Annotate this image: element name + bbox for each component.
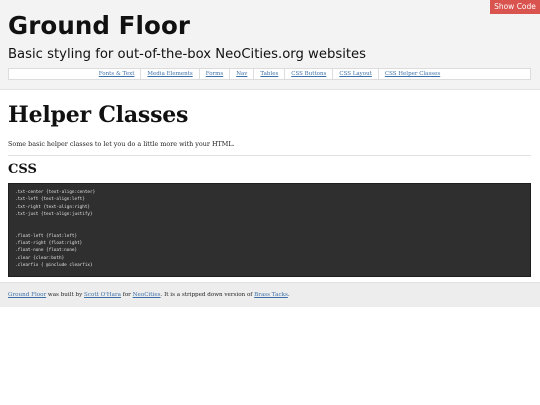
nav-item-nav[interactable]: Nav <box>229 69 253 79</box>
site-footer: Ground Floor was built by Scott O'Hara f… <box>0 282 540 307</box>
footer-text: for <box>120 292 133 298</box>
nav-item-tables[interactable]: Tables <box>253 69 284 79</box>
lead-paragraph: Some basic helper classes to let you do … <box>8 140 531 156</box>
code-line: .float-none {float:none} <box>15 248 78 254</box>
footer-text: was built by <box>46 292 85 298</box>
main-content: Helper Classes Some basic helper classes… <box>8 90 531 277</box>
nav-item-css-helper-classes[interactable]: CSS Helper Classes <box>377 69 446 79</box>
code-line: .clear {clear:both} <box>15 255 65 261</box>
code-line: .txt-right {text-align:right} <box>15 204 91 210</box>
nav-item-media-elements[interactable]: Media Elements <box>140 69 198 79</box>
code-line: .float-right {float:right} <box>15 241 83 247</box>
nav-item-fonts-text[interactable]: Fonts & Text <box>93 69 141 79</box>
footer-link-ground-floor[interactable]: Ground Floor <box>8 292 46 298</box>
site-title: Ground Floor <box>8 11 191 40</box>
code-line: .txt-left {text-align:left} <box>15 197 85 203</box>
nav-item-forms[interactable]: Forms <box>198 69 230 79</box>
code-line: .float-left {float:left} <box>15 233 78 239</box>
footer-link-brass-tacks[interactable]: Brass Tacks <box>254 292 288 298</box>
footer-link-neocities[interactable]: NeoCities <box>133 292 161 298</box>
code-line: .txt-just {text-align:justify} <box>15 211 93 217</box>
nav-item-css-layout[interactable]: CSS Layout <box>332 69 378 79</box>
code-line: .txt-center {text-align:center} <box>15 190 96 195</box>
code-line: .clearfix { @include clearfix} <box>15 262 93 268</box>
footer-link-scott-ohara[interactable]: Scott O'Hara <box>84 292 121 298</box>
nav-item-css-buttons[interactable]: CSS Buttons <box>284 69 332 79</box>
footer-text: . It is a stripped down version of <box>160 292 255 298</box>
page-title: Helper Classes <box>8 102 189 128</box>
code-block: .txt-center {text-align:center} .txt-lef… <box>8 183 531 277</box>
show-code-button[interactable]: Show Code <box>490 0 540 14</box>
top-nav: Fonts & Text Media Elements Forms Nav Ta… <box>8 68 531 80</box>
site-header: Ground Floor Basic styling for out-of-th… <box>0 0 540 90</box>
footer-text: . <box>287 292 290 298</box>
section-heading-css: CSS <box>8 162 37 177</box>
site-tagline: Basic styling for out-of-the-box NeoCiti… <box>8 47 367 62</box>
